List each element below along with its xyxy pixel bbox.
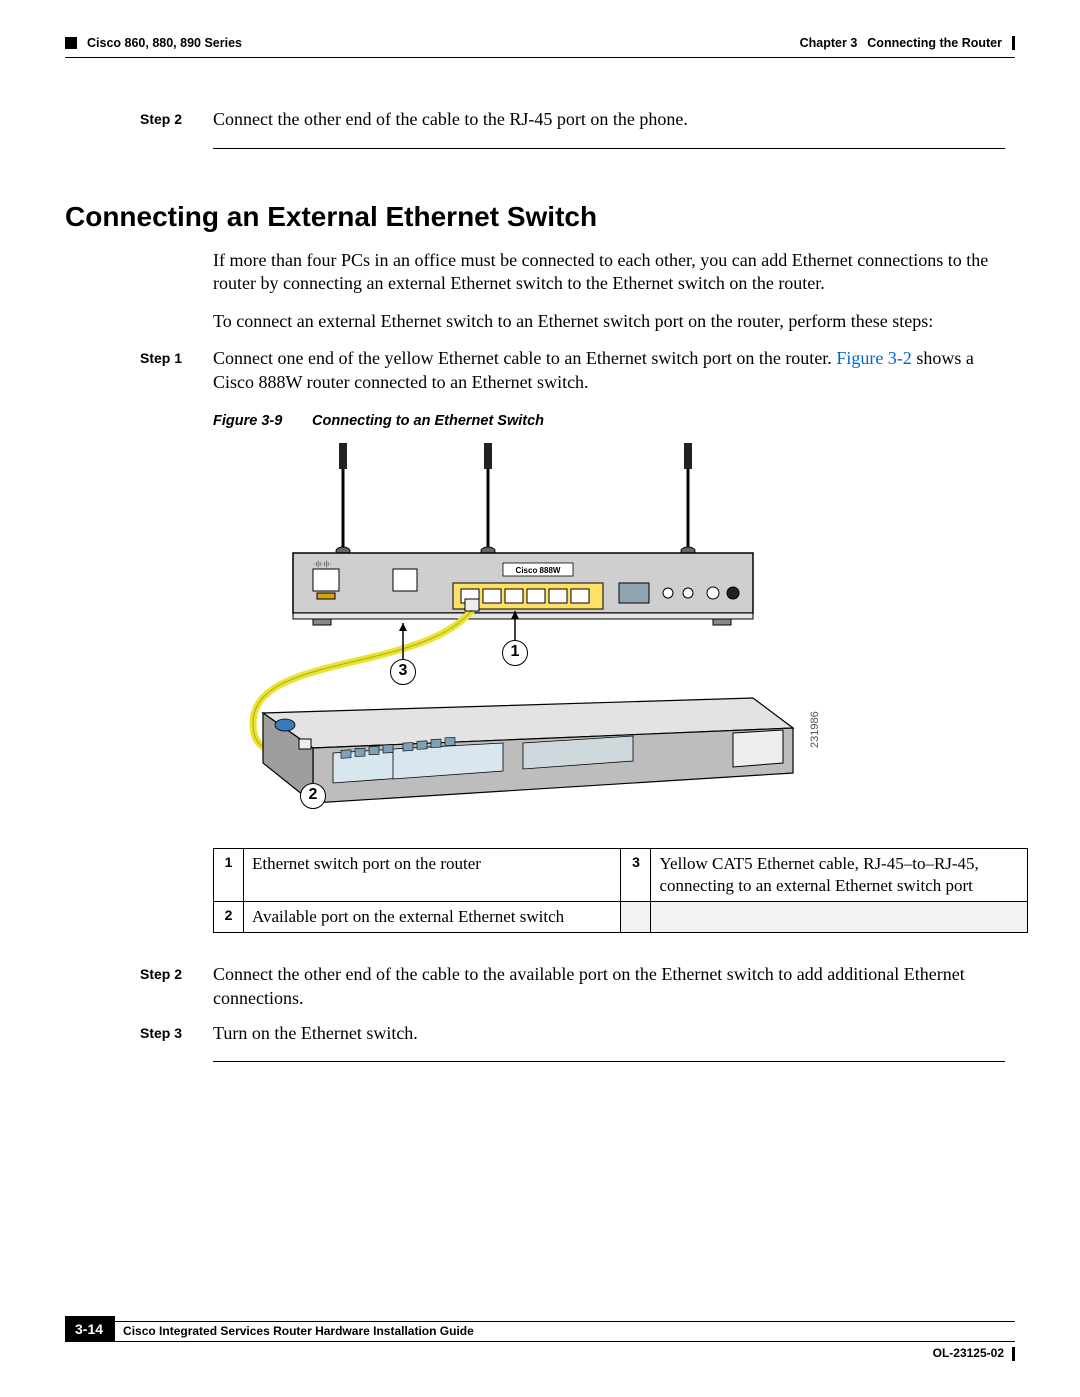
figure-number: Figure 3-9 (213, 412, 308, 431)
header-bar-icon (1012, 36, 1015, 50)
table-row: 1 Ethernet switch port on the router 3 Y… (214, 848, 1028, 901)
header-right: Chapter 3 Connecting the Router (800, 35, 1015, 51)
section-end-rule (213, 1061, 1005, 1062)
step-label: Step 2 (140, 108, 195, 131)
section-heading: Connecting an External Ethernet Switch (65, 199, 1015, 235)
step-row: Step 2 Connect the other end of the cabl… (140, 108, 1005, 131)
legend-desc: Ethernet switch port on the router (243, 848, 620, 901)
intro-paragraph: To connect an external Ethernet switch t… (213, 310, 1005, 333)
svg-text:·ı|ı·ı|ı·: ·ı|ı·ı|ı· (313, 561, 331, 568)
step-label: Step 2 (140, 963, 195, 1010)
footer-row: 3-14 Cisco Integrated Services Router Ha… (65, 1316, 1015, 1342)
step-text: Turn on the Ethernet switch. (213, 1022, 1005, 1045)
intro-paragraph: If more than four PCs in an office must … (213, 249, 1005, 296)
router-switch-diagram: Cisco 888W ·ı|ı·ı| (213, 443, 825, 828)
step-text: Connect the other end of the cable to th… (213, 963, 1005, 1010)
step-text: Connect the other end of the cable to th… (213, 108, 1005, 131)
legend-empty (621, 902, 651, 933)
header-rule (65, 57, 1015, 58)
page-number: 3-14 (65, 1316, 115, 1342)
chapter-label: Chapter 3 (800, 35, 858, 51)
legend-desc: Yellow CAT5 Ethernet cable, RJ-45–to–RJ-… (651, 848, 1028, 901)
header-marker-icon (65, 37, 77, 49)
callout-1: 1 (502, 640, 528, 666)
router-model-label: Cisco 888W (516, 566, 561, 575)
figure-title: Connecting to an Ethernet Switch (312, 413, 544, 429)
doc-id: OL-23125-02 (933, 1346, 1004, 1362)
footer-sub: OL-23125-02 (65, 1346, 1015, 1362)
page: Cisco 860, 880, 890 Series Chapter 3 Con… (0, 0, 1080, 1397)
step-row: Step 1 Connect one end of the yellow Eth… (140, 347, 1005, 394)
footer-guide-title: Cisco Integrated Services Router Hardwar… (115, 1321, 1015, 1343)
legend-number: 2 (214, 902, 244, 933)
step-text-part: Connect one end of the yellow Ethernet c… (213, 348, 836, 368)
chapter-title: Connecting the Router (867, 35, 1002, 51)
footer-lines: Cisco Integrated Services Router Hardwar… (115, 1321, 1015, 1343)
callout-2: 2 (300, 783, 326, 809)
page-header: Cisco 860, 880, 890 Series Chapter 3 Con… (65, 35, 1015, 51)
header-left: Cisco 860, 880, 890 Series (65, 35, 242, 51)
legend-desc: Available port on the external Ethernet … (243, 902, 620, 933)
step-label: Step 1 (140, 347, 195, 394)
legend-empty (651, 902, 1028, 933)
legend-number: 3 (621, 848, 651, 901)
figure-illustration: Cisco 888W ·ı|ı·ı| (213, 443, 825, 828)
callout-3: 3 (390, 659, 416, 685)
step-text: Connect one end of the yellow Ethernet c… (213, 347, 1005, 394)
step-row: Step 2 Connect the other end of the cabl… (140, 963, 1005, 1010)
figure-legend-table: 1 Ethernet switch port on the router 3 Y… (213, 848, 1028, 933)
section-end-rule (213, 148, 1005, 149)
table-row: 2 Available port on the external Etherne… (214, 902, 1028, 933)
legend-number: 1 (214, 848, 244, 901)
breadcrumb: Cisco 860, 880, 890 Series (87, 35, 242, 51)
step-label: Step 3 (140, 1022, 195, 1045)
step-row: Step 3 Turn on the Ethernet switch. (140, 1022, 1005, 1045)
image-id: 231986 (808, 711, 822, 748)
figure-caption: Figure 3-9 Connecting to an Ethernet Swi… (213, 412, 1005, 431)
figure-xref-link[interactable]: Figure 3-2 (836, 348, 912, 368)
footer-bar-icon (1012, 1347, 1015, 1361)
page-footer: 3-14 Cisco Integrated Services Router Ha… (65, 1316, 1015, 1362)
